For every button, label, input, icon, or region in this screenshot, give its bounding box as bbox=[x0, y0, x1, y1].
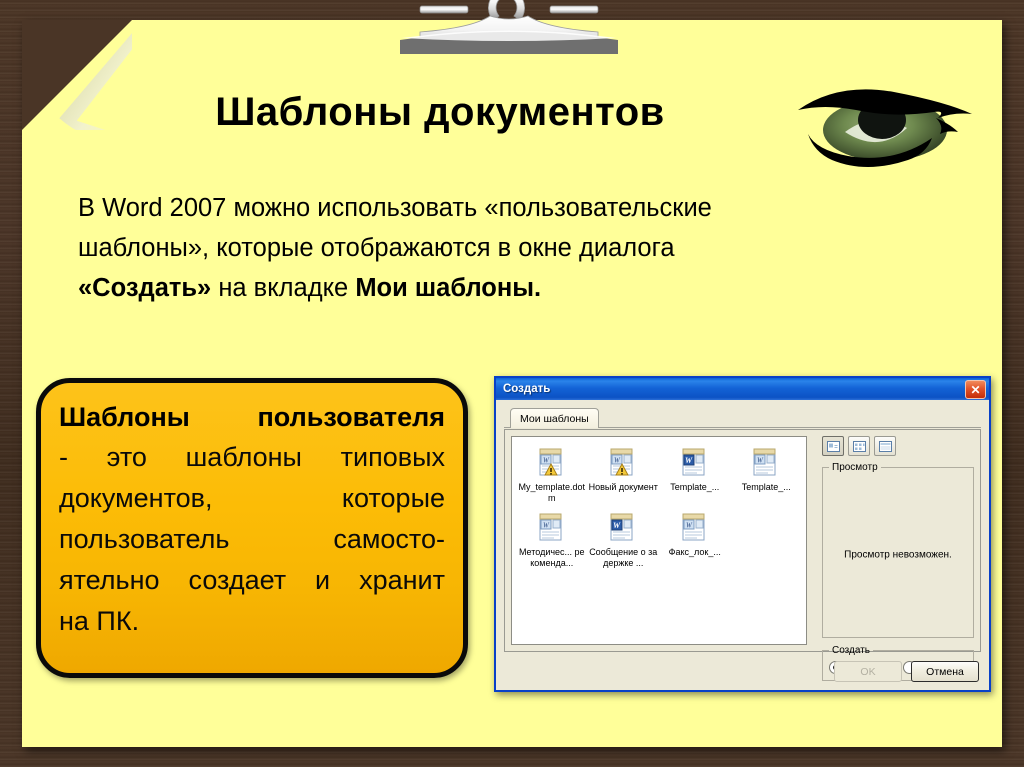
word-document-icon: W bbox=[610, 513, 633, 541]
definition-callout: Шаблоны пользователя - это шаблоны типов… bbox=[36, 378, 468, 678]
list-item[interactable]: W Новый документ bbox=[588, 445, 660, 510]
create-dialog-window: Создать ✕ Мои шаблоны W My_template.dotm… bbox=[494, 376, 991, 692]
view-mode-buttons bbox=[822, 436, 974, 456]
body-line3-mid: на вкладке bbox=[211, 274, 356, 302]
callout-line: документов, которые bbox=[59, 483, 445, 513]
callout-line: ятельно создает и хранит bbox=[59, 565, 445, 595]
page-title: Шаблоны документов bbox=[215, 90, 665, 134]
list-item-label: Template_... bbox=[741, 482, 791, 492]
view-list-button[interactable] bbox=[848, 436, 870, 456]
view-details-icon bbox=[878, 440, 892, 452]
list-item-label: Template_... bbox=[670, 482, 720, 492]
dialog-buttons: OK Отмена bbox=[834, 661, 979, 682]
list-item[interactable]: W Template_... bbox=[659, 445, 731, 510]
list-item-label: Новый документ bbox=[588, 482, 658, 492]
tab-strip: Мои шаблоны bbox=[504, 408, 981, 428]
preview-pane: Просмотр Просмотр невозможен. Создать до… bbox=[822, 436, 974, 681]
tab-my-templates[interactable]: Мои шаблоны bbox=[510, 408, 599, 428]
list-item-label: Методичес... рекоменда... bbox=[518, 547, 585, 568]
list-item[interactable]: W My_template.dotm bbox=[516, 445, 588, 510]
view-details-button[interactable] bbox=[874, 436, 896, 456]
preview-legend: Просмотр bbox=[832, 462, 878, 473]
word-template-warning-icon: W bbox=[539, 448, 562, 476]
word-template-icon: W bbox=[539, 513, 562, 541]
body-line-3: «Создать» на вкладке Мои шаблоны. bbox=[78, 268, 958, 308]
body-paragraph: В Word 2007 можно использовать «пользова… bbox=[78, 188, 958, 308]
callout-line: на ПК. bbox=[59, 606, 140, 636]
callout-line: пользователь самосто- bbox=[59, 524, 445, 554]
preview-group: Просмотр Просмотр невозможен. bbox=[822, 462, 974, 638]
view-large-icons-button[interactable] bbox=[822, 436, 844, 456]
preview-message: Просмотр невозможен. bbox=[844, 549, 952, 561]
list-item[interactable]: W Методичес... рекоменда... bbox=[516, 510, 588, 575]
template-row: W Методичес... рекоменда... W Сообщение … bbox=[516, 510, 802, 575]
word-template-icon: W bbox=[753, 448, 776, 476]
dialog-title: Создать bbox=[503, 383, 551, 395]
body-line-1: В Word 2007 можно использовать «пользова… bbox=[78, 194, 712, 222]
body-emph-moi-shablony: Мои шаблоны. bbox=[355, 274, 542, 302]
body-emph-sozdat: «Создать» bbox=[78, 274, 212, 302]
word-template-warning-icon: W bbox=[610, 448, 633, 476]
template-row: W My_template.dotm W Новый документ W Te… bbox=[516, 445, 802, 510]
ok-button[interactable]: OK bbox=[834, 661, 902, 682]
template-list[interactable]: W My_template.dotm W Новый документ W Te… bbox=[511, 436, 807, 645]
callout-line: - это шаблоны типовых bbox=[59, 442, 445, 472]
create-legend: Создать bbox=[832, 645, 871, 656]
dialog-content-panel: W My_template.dotm W Новый документ W Te… bbox=[504, 429, 981, 681]
list-item-label: Сообщение о задержке ... bbox=[589, 547, 658, 568]
list-item-empty bbox=[731, 510, 803, 575]
close-icon[interactable]: ✕ bbox=[965, 380, 986, 399]
clipboard-clip-icon bbox=[378, 0, 640, 54]
list-item[interactable]: W Факс_лок_... bbox=[659, 510, 731, 575]
svg-text:W: W bbox=[613, 521, 621, 530]
list-item[interactable]: W Template_... bbox=[731, 445, 803, 510]
svg-text:W: W bbox=[685, 456, 693, 465]
list-item-label: Факс_лок_... bbox=[668, 547, 721, 557]
body-line-2: шаблоны», которые отображаются в окне ди… bbox=[78, 234, 675, 262]
view-large-icons-icon bbox=[826, 440, 840, 452]
word-template-icon: W bbox=[682, 513, 705, 541]
cancel-button[interactable]: Отмена bbox=[911, 661, 979, 682]
list-item[interactable]: W Сообщение о задержке ... bbox=[588, 510, 660, 575]
dialog-titlebar: Создать ✕ bbox=[496, 378, 989, 400]
callout-headline: Шаблоны пользователя bbox=[59, 402, 445, 432]
stylized-eye-icon bbox=[790, 88, 980, 168]
slide-canvas: Шаблоны документов В Word 2007 можно исп… bbox=[0, 0, 1024, 767]
list-item-label: My_template.dotm bbox=[518, 482, 586, 503]
dialog-body: Мои шаблоны W My_template.dotm W Новый д… bbox=[496, 400, 989, 690]
word-document-icon: W bbox=[682, 448, 705, 476]
view-list-icon bbox=[852, 440, 866, 452]
